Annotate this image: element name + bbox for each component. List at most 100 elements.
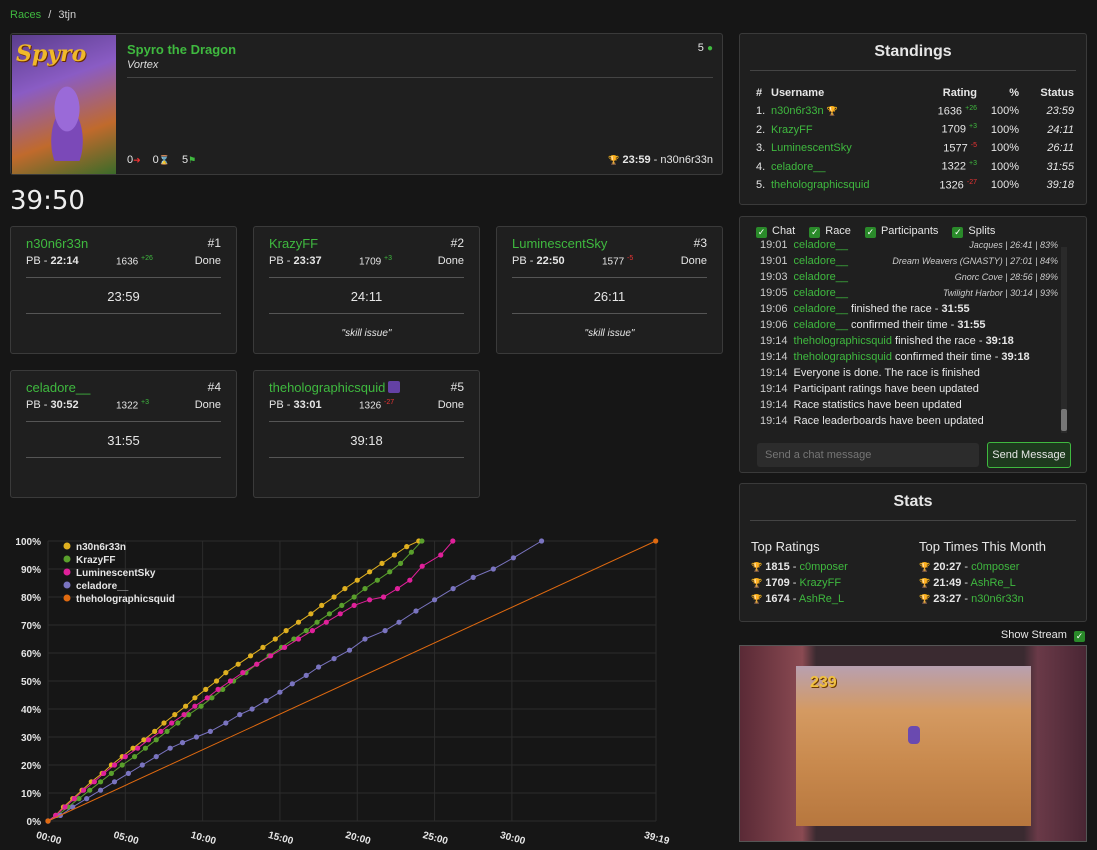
- standing-rank: 2.: [756, 123, 766, 136]
- series-point-LuminescentSky: [438, 552, 444, 558]
- game-cover-art[interactable]: Spyro: [12, 35, 116, 174]
- series-point-n30n6r33n: [192, 695, 198, 701]
- standing-rating-value: 1709: [941, 124, 966, 137]
- twitch-icon[interactable]: [388, 381, 401, 393]
- chat-scrollbar[interactable]: [1061, 247, 1067, 433]
- series-point-celadore__: [303, 672, 309, 678]
- series-point-LuminescentSky: [101, 770, 107, 776]
- standing-rating: 1326 -27: [907, 176, 977, 195]
- series-point-LuminescentSky: [419, 563, 425, 569]
- series-point-KrazyFF: [362, 586, 368, 592]
- chat-user-link[interactable]: theholographicsquid: [794, 335, 892, 347]
- standing-user-link[interactable]: celadore__: [771, 161, 825, 173]
- best-time-user: n30n6r33n: [660, 154, 713, 166]
- divider: [269, 313, 464, 314]
- standing-user-link[interactable]: theholographicsquid: [771, 179, 869, 191]
- series-point-LuminescentSky: [215, 686, 221, 692]
- standing-user-link[interactable]: n30n6r33n: [771, 105, 824, 117]
- stats-user-link[interactable]: n30n6r33n: [971, 593, 1024, 605]
- series-point-celadore__: [490, 566, 496, 572]
- legend-label: theholographicsquid: [76, 594, 175, 605]
- chat-message-input[interactable]: [757, 443, 979, 467]
- series-point-n30n6r33n: [342, 586, 348, 592]
- participant-status: Done: [194, 399, 221, 411]
- series-point-KrazyFF: [339, 602, 345, 608]
- stats-user-link[interactable]: KrazyFF: [799, 577, 841, 589]
- standings-panel: Standings # Username Rating % Status 1. n…: [739, 33, 1087, 205]
- y-tick-label: 80%: [21, 593, 41, 604]
- chat-user-link[interactable]: celadore__: [794, 319, 848, 331]
- standing-user: theholographicsquid: [771, 176, 907, 195]
- participant-comment: "skill issue": [584, 328, 635, 339]
- chat-user-link[interactable]: theholographicsquid: [794, 351, 892, 363]
- participant-name-link[interactable]: theholographicsquid: [269, 380, 401, 395]
- participant-name-link[interactable]: LuminescentSky: [512, 236, 607, 251]
- race-info-panel: Spyro Spyro the Dragon Vortex 5 ● 0➜ 0⌛ …: [10, 33, 723, 175]
- standing-rating-delta: -5: [970, 141, 977, 149]
- game-title-link[interactable]: Spyro the Dragon: [127, 42, 236, 57]
- standing-user-link[interactable]: LuminescentSky: [771, 142, 852, 154]
- participant-status: Done: [194, 255, 221, 267]
- standings-row: 3. LuminescentSky 1577 -5 100% 26:11: [756, 139, 1074, 158]
- series-point-LuminescentSky: [169, 720, 175, 726]
- trophy-icon: 🏆: [751, 594, 763, 604]
- y-tick-label: 20%: [21, 761, 41, 772]
- stats-value: 1709: [765, 577, 790, 589]
- show-stream-toggle[interactable]: Show Stream ✓: [1001, 629, 1085, 642]
- participant-name-link[interactable]: celadore__: [26, 380, 90, 395]
- standing-rating-delta: +3: [969, 123, 977, 131]
- chat-timestamp: 19:14: [760, 335, 788, 347]
- y-tick-label: 90%: [21, 565, 41, 576]
- legend-marker: [63, 555, 71, 563]
- stats-entry: 🏆 23:27 - n30n6r33n: [919, 593, 1024, 605]
- stats-user-link[interactable]: AshRe_L: [799, 593, 844, 605]
- chat-filter-label: Splits: [968, 225, 996, 237]
- stream-embed[interactable]: 239: [739, 645, 1087, 842]
- trophy-icon: 🏆: [919, 562, 931, 572]
- chat-user-link[interactable]: celadore__: [794, 271, 848, 283]
- scrollbar-thumb[interactable]: [1061, 409, 1067, 431]
- participant-pb: PB - 22:50: [512, 255, 565, 267]
- chat-user-link[interactable]: celadore__: [794, 239, 848, 251]
- stats-user-link[interactable]: AshRe_L: [971, 577, 1016, 589]
- standing-user-link[interactable]: KrazyFF: [771, 124, 813, 136]
- show-stream-checkbox[interactable]: ✓: [1074, 631, 1085, 642]
- x-tick-label: 30:00: [499, 830, 527, 847]
- pb-value: 33:01: [293, 399, 322, 411]
- chat-timestamp: 19:14: [760, 399, 788, 411]
- col-rating: Rating: [942, 87, 977, 99]
- divider: [26, 277, 221, 278]
- stats-user-link[interactable]: c0mposer: [799, 561, 847, 573]
- chat-text: confirmed their time -: [847, 319, 958, 331]
- participant-status: Done: [437, 255, 464, 267]
- participant-status: Done: [680, 255, 707, 267]
- series-point-KrazyFF: [76, 796, 82, 802]
- series-point-LuminescentSky: [80, 787, 87, 793]
- participant-name-link[interactable]: n30n6r33n: [26, 236, 88, 251]
- best-time-value: 23:59: [622, 154, 651, 166]
- chat-user-link[interactable]: celadore__: [794, 287, 848, 299]
- top-times-title: Top Times This Month: [919, 539, 1046, 554]
- standing-user: LuminescentSky: [771, 139, 907, 158]
- breadcrumb-races-link[interactable]: Races: [10, 9, 41, 21]
- series-point-LuminescentSky: [71, 796, 77, 802]
- standing-rank: 4.: [756, 160, 766, 173]
- series-point-celadore__: [382, 628, 388, 634]
- participant-name: n30n6r33n: [26, 236, 89, 251]
- participant-rank: #5: [450, 380, 464, 394]
- chat-log[interactable]: 19:01 celadore__ Jacques | 26:41 | 83% 19:0…: [760, 237, 1060, 427]
- chat-timestamp: 19:14: [760, 351, 788, 363]
- series-point-KrazyFF: [326, 611, 333, 617]
- participant-rating: 1322 +3: [116, 399, 149, 411]
- legend-label: LuminescentSky: [76, 568, 156, 579]
- legend-marker: [63, 568, 71, 576]
- chat-message: 19:14 Race leaderboards have been updated: [760, 413, 1060, 427]
- standing-rating-value: 1326: [939, 179, 964, 192]
- send-message-button[interactable]: Send Message: [987, 442, 1071, 468]
- series-point-celadore__: [125, 770, 132, 776]
- chat-user-link[interactable]: celadore__: [794, 255, 848, 267]
- stats-user-link[interactable]: c0mposer: [971, 561, 1019, 573]
- chat-user-link[interactable]: celadore__: [794, 303, 848, 315]
- participant-name-link[interactable]: KrazyFF: [269, 236, 318, 251]
- series-point-LuminescentSky: [268, 653, 274, 659]
